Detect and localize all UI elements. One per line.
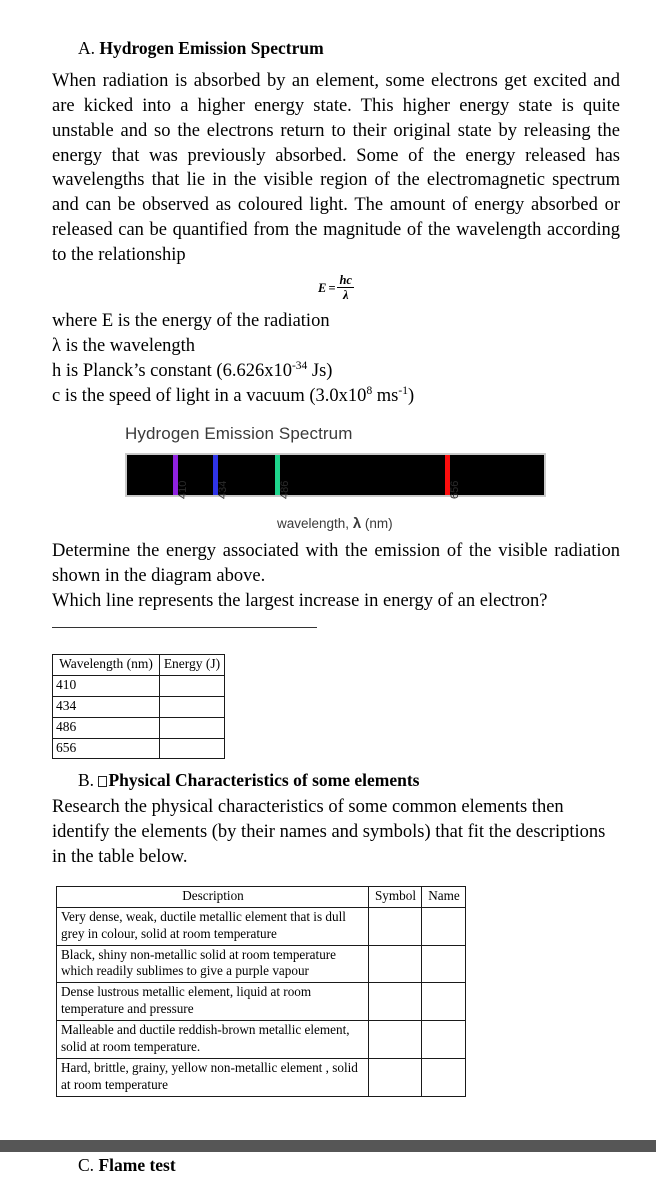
formula-denominator: λ bbox=[342, 288, 349, 303]
section-c-title: Flame test bbox=[98, 1154, 176, 1175]
hydrogen-spectrum-figure: Hydrogen Emission Spectrum wavelength, λ… bbox=[52, 424, 620, 537]
cell-name-blank[interactable] bbox=[421, 1057, 466, 1097]
definition-wavelength: λ is the wavelength bbox=[52, 335, 196, 356]
definition-lightspeed: c is the speed of light in a vacuum (3.0… bbox=[52, 384, 620, 409]
section-b-heading: B. Physical Characteristics of some elem… bbox=[52, 770, 620, 792]
header-symbol: Symbol bbox=[368, 885, 422, 908]
spectrum-chart-title: Hydrogen Emission Spectrum bbox=[125, 424, 353, 444]
cell-symbol-blank[interactable] bbox=[368, 982, 422, 1022]
table-row: Very dense, weak, ductile metallic eleme… bbox=[56, 906, 466, 946]
lightspeed-close: ) bbox=[407, 385, 415, 406]
cell-wavelength: 410 bbox=[52, 674, 160, 697]
wavelength-energy-table: Wavelength (nm) Energy (J) 410 434 486 656 bbox=[52, 654, 225, 760]
section-b-letter: B. bbox=[78, 770, 95, 791]
cell-description: Dense lustrous metallic element, liquid … bbox=[56, 982, 369, 1022]
table-row: 656 bbox=[52, 737, 225, 760]
missing-glyph-box bbox=[98, 776, 108, 788]
axis-caption-pre: wavelength, bbox=[277, 516, 353, 532]
table-row: 486 bbox=[52, 716, 225, 739]
formula-numerator: hc bbox=[337, 272, 354, 289]
answer-blank-line[interactable] bbox=[52, 626, 317, 628]
section-a-paragraph: When radiation is absorbed by an element… bbox=[52, 70, 620, 265]
section-b-title: Physical Characteristics of some element… bbox=[108, 770, 420, 791]
spectrum-axis-caption: wavelength, λ (nm) bbox=[277, 515, 393, 532]
cell-wavelength: 656 bbox=[52, 737, 160, 760]
cell-energy-blank[interactable] bbox=[159, 737, 225, 760]
cell-description: Hard, brittle, grainy, yellow non-metall… bbox=[56, 1057, 369, 1097]
cell-description: Very dense, weak, ductile metallic eleme… bbox=[56, 906, 369, 946]
section-c-letter: C. bbox=[78, 1154, 95, 1175]
section-b-paragraph: Research the physical characteristics of… bbox=[52, 797, 606, 867]
table-header-row: Wavelength (nm) Energy (J) bbox=[52, 654, 225, 676]
definition-planck: h is Planck’s constant (6.626x10-34 Js) bbox=[52, 359, 620, 384]
cell-symbol-blank[interactable] bbox=[368, 1020, 422, 1059]
table-row: Dense lustrous metallic element, liquid … bbox=[56, 982, 466, 1022]
spectrum-axis: wavelength, λ (nm) 410 434 486 656 bbox=[125, 481, 546, 537]
cell-symbol-blank[interactable] bbox=[368, 1057, 422, 1097]
table-row: Hard, brittle, grainy, yellow non-metall… bbox=[56, 1057, 466, 1097]
planck-units: Js) bbox=[307, 360, 333, 381]
cell-wavelength: 434 bbox=[52, 695, 160, 718]
viewer-bottom-bar bbox=[0, 1140, 656, 1152]
cell-symbol-blank[interactable] bbox=[368, 944, 422, 984]
tick-label-410: 410 bbox=[177, 481, 189, 500]
cell-name-blank[interactable] bbox=[421, 944, 466, 984]
section-a-title: Hydrogen Emission Spectrum bbox=[99, 38, 324, 58]
cell-wavelength: 486 bbox=[52, 716, 160, 739]
definition-energy: where E is the energy of the radiation bbox=[52, 310, 330, 331]
table-row: Black, shiny non-metallic solid at room … bbox=[56, 944, 466, 984]
table-row: 410 bbox=[52, 674, 225, 697]
section-c-heading: C. Flame test bbox=[52, 1155, 620, 1177]
cell-name-blank[interactable] bbox=[421, 1020, 466, 1059]
question-largest-increase: Which line represents the largest increa… bbox=[52, 591, 548, 612]
formula-equals: = bbox=[328, 280, 336, 295]
section-a-heading: A. Hydrogen Emission Spectrum bbox=[52, 38, 620, 60]
tick-label-434: 434 bbox=[217, 481, 229, 500]
cell-description: Malleable and ductile reddish-brown meta… bbox=[56, 1020, 369, 1059]
lightspeed-units: ms bbox=[372, 385, 399, 406]
formula-lhs: E bbox=[318, 280, 327, 295]
planck-exponent: -34 bbox=[291, 359, 308, 372]
cell-description: Black, shiny non-metallic solid at room … bbox=[56, 944, 369, 984]
table-row: Malleable and ductile reddish-brown meta… bbox=[56, 1020, 466, 1059]
table-header-row: Description Symbol Name bbox=[56, 885, 466, 908]
cell-symbol-blank[interactable] bbox=[368, 906, 422, 946]
lambda-symbol: λ bbox=[352, 515, 362, 533]
tick-label-486: 486 bbox=[279, 481, 291, 500]
document-page: A. Hydrogen Emission Spectrum When radia… bbox=[0, 0, 656, 1175]
cell-name-blank[interactable] bbox=[421, 982, 466, 1022]
energy-formula: E = hc λ bbox=[52, 274, 620, 302]
cell-name-blank[interactable] bbox=[421, 906, 466, 946]
header-wavelength: Wavelength (nm) bbox=[52, 654, 160, 676]
cell-energy-blank[interactable] bbox=[159, 674, 225, 697]
header-description: Description bbox=[56, 885, 369, 908]
cell-energy-blank[interactable] bbox=[159, 716, 225, 739]
symbol-definitions: where E is the energy of the radiation λ… bbox=[52, 309, 620, 409]
table-row: 434 bbox=[52, 695, 225, 718]
planck-text: h is Planck’s constant (6.626x10 bbox=[52, 360, 292, 381]
element-description-table: Description Symbol Name Very dense, weak… bbox=[56, 885, 466, 1097]
header-name: Name bbox=[421, 885, 466, 908]
tick-label-656: 656 bbox=[449, 481, 461, 500]
cell-energy-blank[interactable] bbox=[159, 695, 225, 718]
lightspeed-unit-exponent: -1 bbox=[398, 384, 408, 397]
header-energy: Energy (J) bbox=[159, 654, 225, 676]
axis-caption-post: (nm) bbox=[361, 516, 393, 532]
lightspeed-text: c is the speed of light in a vacuum (3.0… bbox=[52, 385, 367, 406]
question-determine-energy: Determine the energy associated with the… bbox=[52, 541, 620, 587]
section-a-letter: A. bbox=[78, 38, 96, 58]
